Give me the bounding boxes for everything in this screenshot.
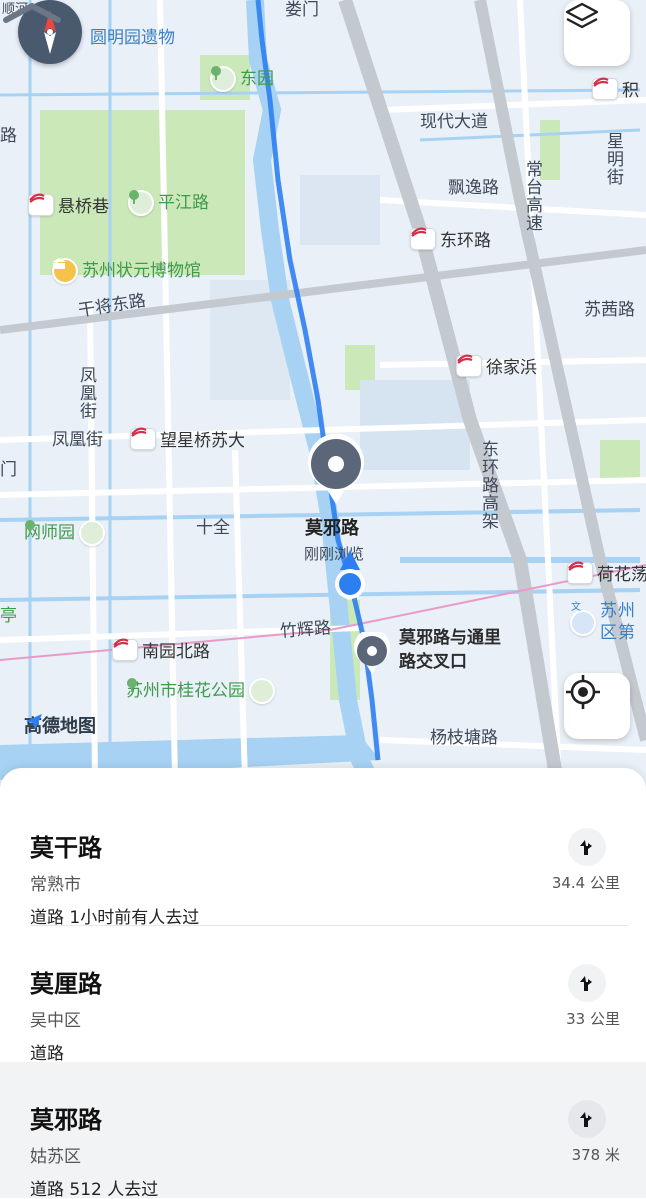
poi-marker[interactable]: 网师园 xyxy=(24,520,105,546)
park-area xyxy=(540,120,560,180)
poi-label: 圆明园遗物 xyxy=(90,28,175,48)
navigate-button[interactable] xyxy=(568,964,606,1002)
turn-arrow-icon xyxy=(580,840,592,855)
park-area xyxy=(600,440,640,480)
result-item[interactable]: 莫厘路 吴中区 道路 33 公里 xyxy=(0,926,646,1064)
poi-marker[interactable]: 文 苏州区第 xyxy=(570,600,636,646)
poi-label: 苏州市桂花公园 xyxy=(126,681,245,701)
street-label: 门 xyxy=(0,460,17,480)
selected-place-title: 莫邪路 xyxy=(305,518,359,539)
culture-icon: 文 xyxy=(570,600,596,636)
locate-button[interactable] xyxy=(564,673,630,739)
metro-icon xyxy=(592,77,618,100)
svg-text:文: 文 xyxy=(571,600,581,612)
street-label: 亭 xyxy=(0,606,17,626)
result-distance: 34.4 公里 xyxy=(551,874,620,892)
result-district: 吴中区 xyxy=(30,1011,81,1031)
navigate-button[interactable] xyxy=(568,1100,606,1138)
street-label: 十全 xyxy=(196,518,230,538)
result-distance: 33 公里 xyxy=(566,1010,620,1028)
street-label: 飘逸路 xyxy=(448,178,499,198)
street-label: 娄门 xyxy=(285,0,319,20)
poi-marker[interactable]: 圆明园遗物 xyxy=(90,28,175,48)
tree-icon xyxy=(128,190,154,216)
result-district: 姑苏区 xyxy=(30,1147,81,1167)
street-label: 苏茜路 xyxy=(584,300,635,320)
layers-button[interactable] xyxy=(564,0,630,66)
current-location-icon xyxy=(335,550,365,599)
result-item[interactable]: 莫干路 常熟市 道路 1小时前有人去过 34.4 公里 xyxy=(0,790,646,928)
metro-station-label: 东环路 xyxy=(440,231,491,251)
poi-label: 苏州状元博物馆 xyxy=(82,261,201,281)
junction-label: 莫邪路与通里路交叉口 xyxy=(399,628,501,672)
metro-station-label: 徐家浜 xyxy=(486,358,537,378)
street-label: 东环路高架 xyxy=(478,440,498,530)
poi-label: 苏州区第 xyxy=(600,601,636,643)
result-distance: 378 米 xyxy=(571,1146,620,1164)
map-pin-icon xyxy=(308,433,364,504)
turn-arrow-icon xyxy=(580,976,592,991)
result-meta: 道路 xyxy=(30,1044,64,1064)
tree-icon xyxy=(25,520,105,546)
metro-station-label: 南园北路 xyxy=(142,642,210,662)
metro-icon xyxy=(112,638,138,661)
poi-label: 东园 xyxy=(240,69,274,89)
street-label: 常台高速 xyxy=(522,160,542,232)
metro-station-label: 望星桥苏大 xyxy=(160,431,245,451)
result-meta: 道路 512 人去过 xyxy=(30,1180,159,1199)
poi-label: 平江路 xyxy=(158,193,209,213)
metro-icon xyxy=(28,193,54,216)
chevron-up-icon[interactable] xyxy=(0,0,64,24)
museum-icon xyxy=(52,258,78,284)
poi-marker[interactable]: 苏州状元博物馆 xyxy=(52,258,201,284)
street-label: 竹辉路 xyxy=(279,618,332,642)
metro-station-label: 荷花荡 xyxy=(597,565,646,585)
metro-station-label: 悬桥巷 xyxy=(58,197,109,217)
turn-arrow-icon xyxy=(580,1112,592,1127)
metro-icon xyxy=(410,227,436,250)
metro-station[interactable]: 南园北路 xyxy=(112,637,210,662)
metro-icon xyxy=(456,354,482,377)
canal xyxy=(0,88,641,97)
metro-station[interactable]: 荷花荡 xyxy=(567,560,646,585)
results-sheet: 莫干路 常熟市 道路 1小时前有人去过 34.4 公里 莫厘路 吴中区 道路 3… xyxy=(0,768,646,1199)
result-district: 常熟市 xyxy=(30,875,81,895)
navigate-button[interactable] xyxy=(568,828,606,866)
result-item[interactable]: 莫邪路 姑苏区 道路 512 人去过 378 米 xyxy=(0,1062,646,1199)
result-title: 莫干路 xyxy=(30,834,102,862)
metro-station-label: 积 xyxy=(622,81,639,101)
metro-icon xyxy=(567,561,593,584)
layers-icon xyxy=(565,2,599,29)
result-title: 莫邪路 xyxy=(30,1106,102,1134)
street-label: 现代大道 xyxy=(420,112,488,132)
metro-station[interactable]: 望星桥苏大 xyxy=(130,426,245,451)
street-label: 星明街 xyxy=(603,132,623,186)
map-view[interactable]: 娄门 现代大道 飘逸路 常台高速 星明街 干将东路 苏茜路 凤凰街 凤凰街 东环… xyxy=(0,0,646,800)
street-label: 路 xyxy=(0,126,17,146)
tree-icon xyxy=(127,678,275,704)
block-area xyxy=(300,175,380,245)
map-pin-icon xyxy=(354,632,390,674)
street-label: 凤凰街 xyxy=(76,366,96,420)
metro-icon xyxy=(130,427,156,450)
street-label: 凤凰街 xyxy=(52,430,103,450)
metro-station[interactable]: 积 xyxy=(592,76,639,101)
street-label: 杨枝塘路 xyxy=(430,728,498,748)
map-canvas xyxy=(0,0,646,800)
map-brand: 高德地图 xyxy=(24,712,96,738)
poi-marker[interactable]: 平江路 xyxy=(128,190,209,216)
amap-logo-icon xyxy=(26,714,42,730)
metro-station[interactable]: 东环路 xyxy=(410,226,491,251)
metro-station[interactable]: 徐家浜 xyxy=(456,353,537,378)
poi-marker[interactable]: 东园 xyxy=(210,66,274,92)
result-title: 莫厘路 xyxy=(30,970,102,998)
metro-station[interactable]: 悬桥巷 xyxy=(28,192,109,217)
locate-icon xyxy=(566,675,600,709)
tree-icon xyxy=(210,66,236,92)
poi-marker[interactable]: 苏州市桂花公园 xyxy=(126,678,275,704)
